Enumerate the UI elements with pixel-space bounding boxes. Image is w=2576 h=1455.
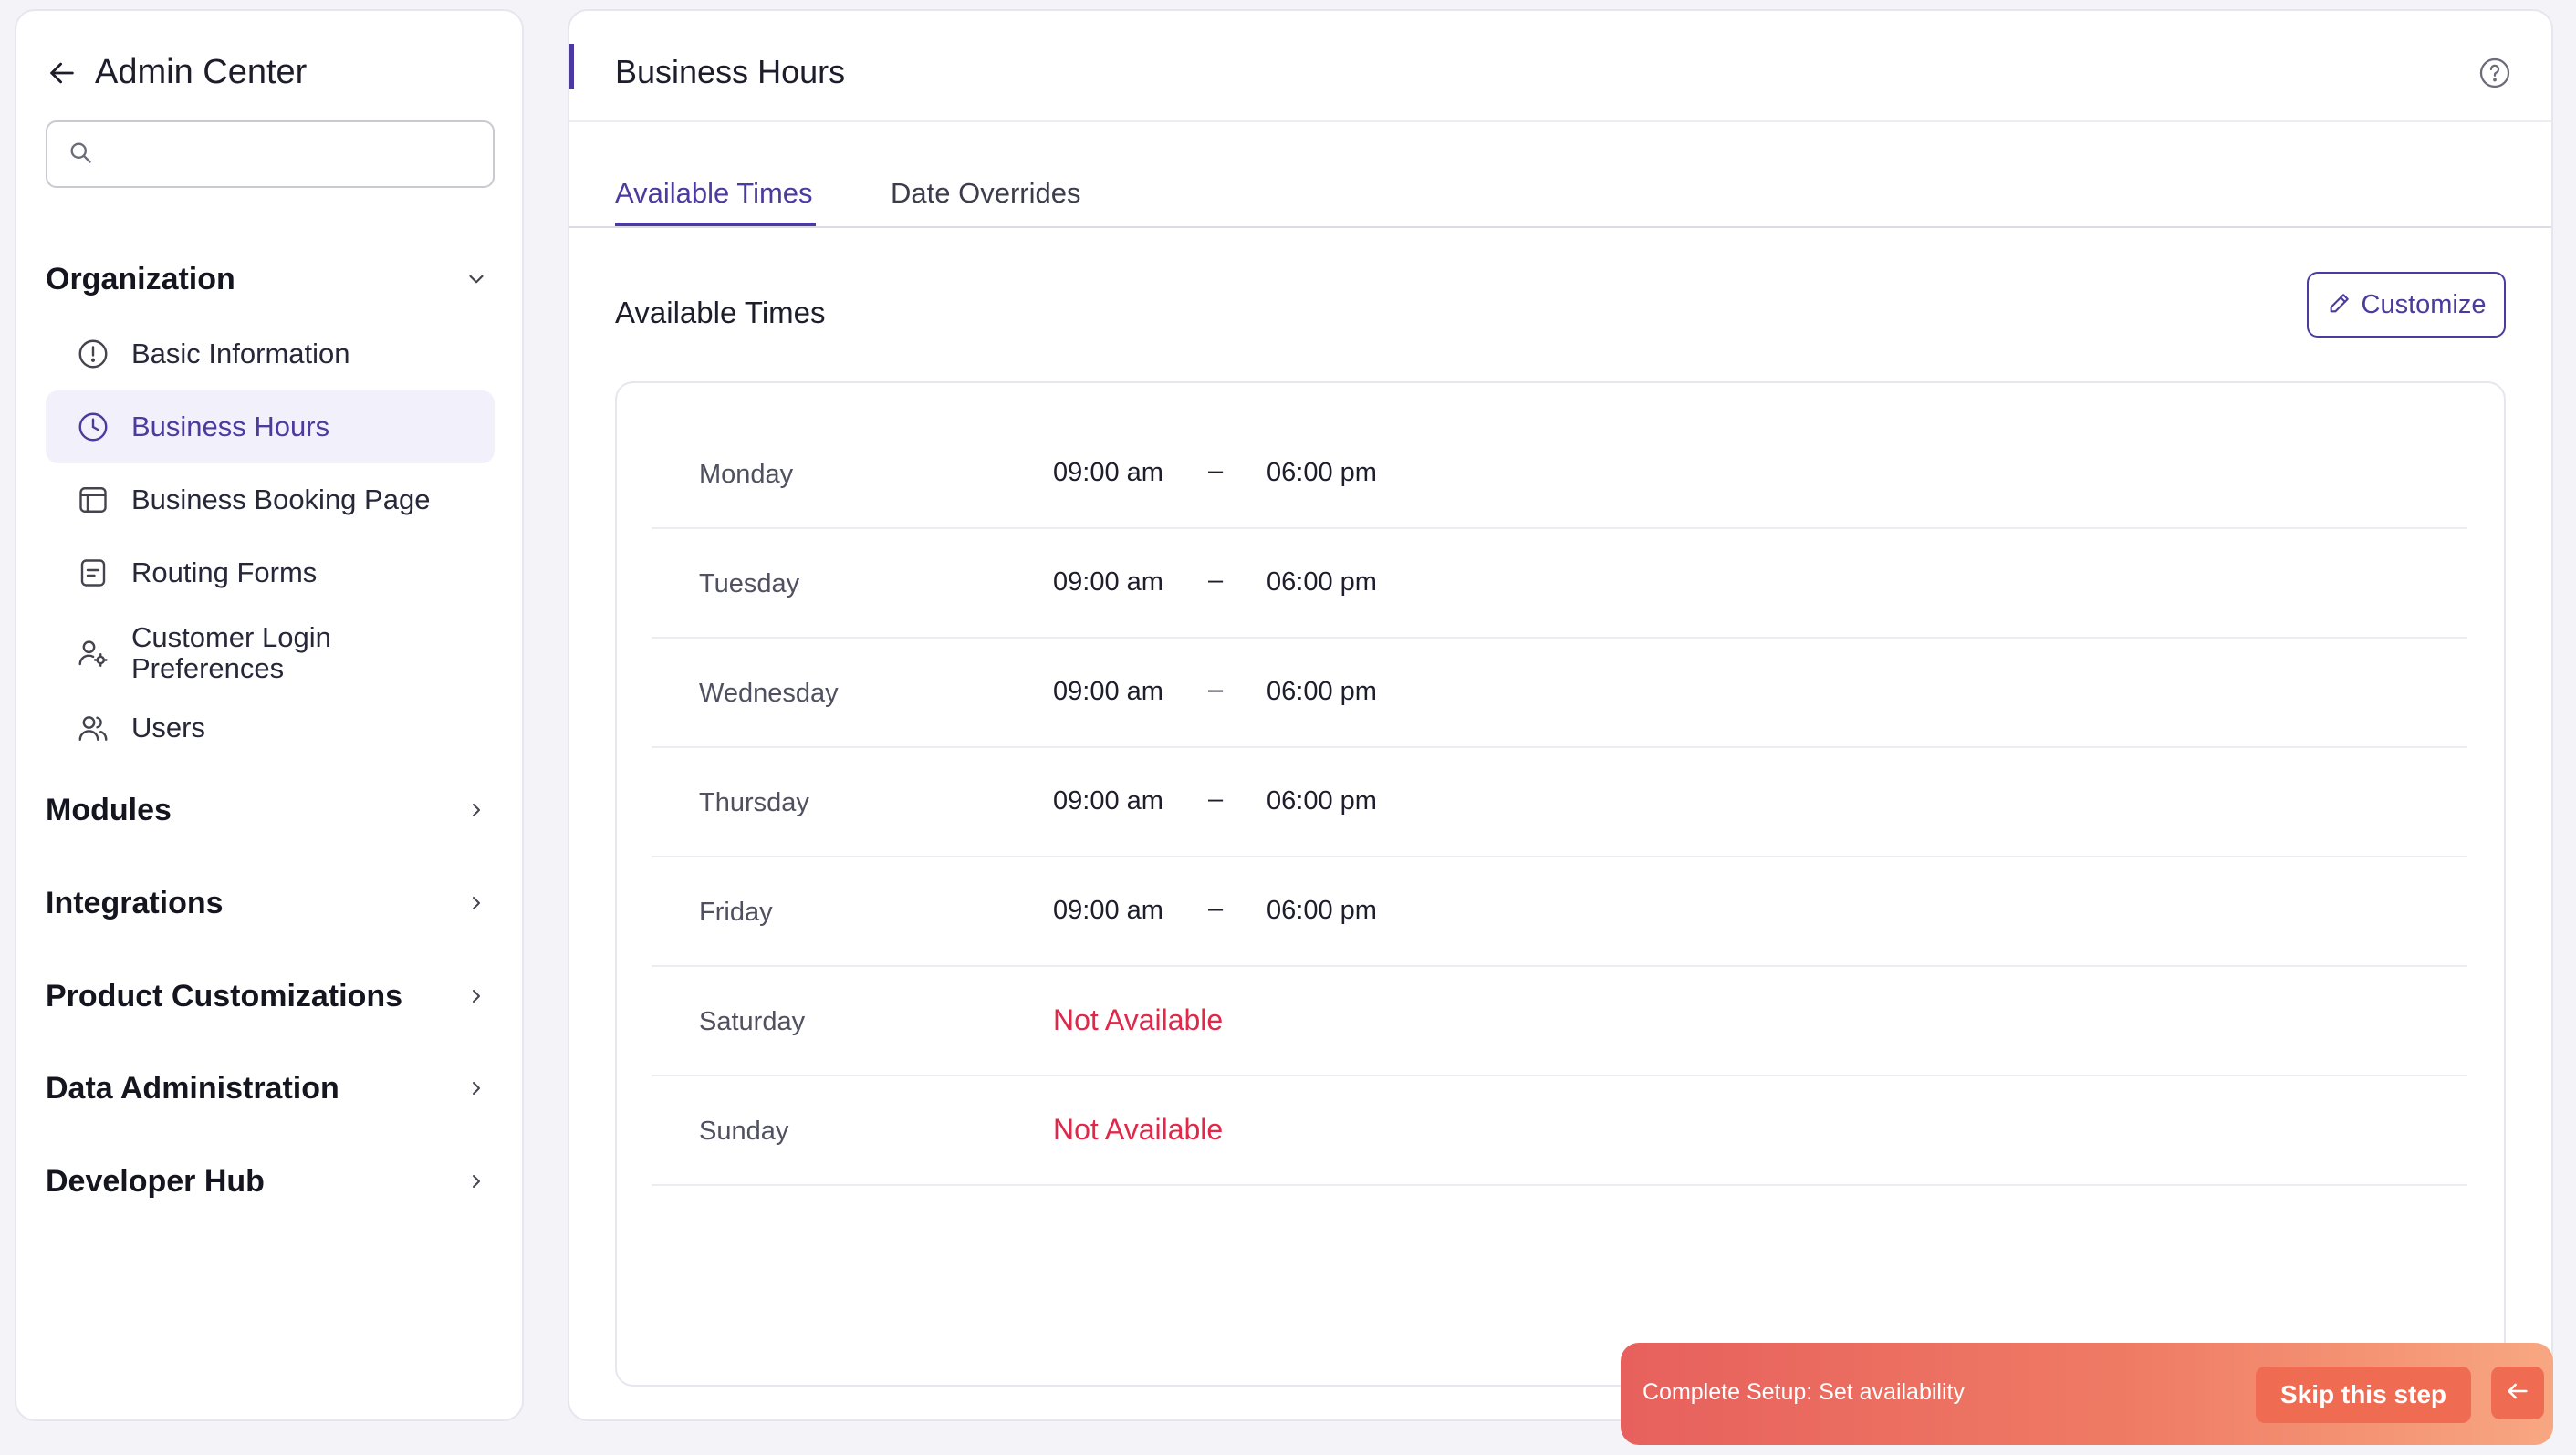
day-label: Tuesday xyxy=(699,569,800,598)
chevron-down-icon xyxy=(458,261,495,297)
tab-date-overrides[interactable]: Date Overrides xyxy=(891,177,1080,210)
setup-banner-text: Complete Setup: Set availability xyxy=(1643,1379,1965,1405)
form-icon xyxy=(75,555,111,591)
chevron-right-icon xyxy=(458,1163,495,1200)
schedule-row-wednesday[interactable]: Wednesday 09:00 am – 06:00 pm xyxy=(652,639,2467,748)
start-time: 09:00 am xyxy=(1053,896,1163,925)
sidebar-item-routing-forms[interactable]: Routing Forms xyxy=(46,536,495,609)
section-label: Developer Hub xyxy=(46,1163,265,1199)
section-label: Data Administration xyxy=(46,1070,339,1106)
section-developer-hub[interactable]: Developer Hub xyxy=(46,1154,495,1209)
title-accent-bar xyxy=(569,44,574,89)
setup-banner: Complete Setup: Set availability Skip th… xyxy=(1621,1343,2553,1445)
section-product-customizations[interactable]: Product Customizations xyxy=(46,969,495,1024)
back-arrow-icon[interactable] xyxy=(44,55,80,91)
tab-available-times[interactable]: Available Times xyxy=(615,177,813,210)
day-label: Friday xyxy=(699,898,773,927)
end-time: 06:00 pm xyxy=(1267,896,1377,925)
customize-label: Customize xyxy=(2361,289,2487,319)
pencil-icon xyxy=(2327,290,2352,320)
sidebar-item-business-booking-page[interactable]: Business Booking Page xyxy=(46,463,495,536)
end-time: 06:00 pm xyxy=(1267,567,1377,597)
end-time: 06:00 pm xyxy=(1267,458,1377,487)
info-icon xyxy=(75,336,111,372)
time-separator: – xyxy=(1208,675,1224,704)
tabs-divider xyxy=(569,226,2551,228)
start-time: 09:00 am xyxy=(1053,677,1163,706)
page-title: Business Hours xyxy=(615,53,846,90)
sidebar-item-label: Business Booking Page xyxy=(131,483,431,515)
sidebar-title: Admin Center xyxy=(95,53,308,91)
header-divider xyxy=(569,120,2551,122)
day-label: Monday xyxy=(699,460,794,489)
schedule-row-tuesday[interactable]: Tuesday 09:00 am – 06:00 pm xyxy=(652,529,2467,639)
skip-step-button[interactable]: Skip this step xyxy=(2256,1367,2471,1423)
sidebar-search[interactable] xyxy=(46,120,495,188)
clock-icon xyxy=(75,409,111,445)
start-time: 09:00 am xyxy=(1053,458,1163,487)
users-icon xyxy=(75,710,111,746)
arrow-left-icon xyxy=(2505,1378,2530,1408)
not-available-label: Not Available xyxy=(1053,1003,1224,1036)
schedule-row-friday[interactable]: Friday 09:00 am – 06:00 pm xyxy=(652,857,2467,967)
chevron-right-icon xyxy=(458,1070,495,1107)
time-separator: – xyxy=(1208,566,1224,595)
chevron-right-icon xyxy=(458,792,495,828)
section-label: Modules xyxy=(46,792,172,827)
customize-button[interactable]: Customize xyxy=(2307,272,2506,338)
sidebar-header: Admin Center xyxy=(44,53,307,92)
sidebar-item-users[interactable]: Users xyxy=(46,691,495,764)
chevron-right-icon xyxy=(458,978,495,1014)
time-separator: – xyxy=(1208,785,1224,814)
section-title: Available Times xyxy=(615,296,826,329)
user-gear-icon xyxy=(75,635,111,671)
start-time: 09:00 am xyxy=(1053,567,1163,597)
day-label: Thursday xyxy=(699,788,809,817)
sidebar: Admin Center Organization Basic Informat… xyxy=(15,9,524,1421)
search-input[interactable] xyxy=(108,139,473,170)
time-separator: – xyxy=(1208,456,1224,485)
help-icon[interactable] xyxy=(2478,57,2511,89)
schedule-table: Monday 09:00 am – 06:00 pm Tuesday 09:00… xyxy=(615,381,2506,1387)
section-integrations[interactable]: Integrations xyxy=(46,876,495,930)
sidebar-item-label: Customer Login Preferences xyxy=(131,621,331,684)
browser-icon xyxy=(75,482,111,518)
collapse-banner-button[interactable] xyxy=(2491,1367,2544,1419)
schedule-row-monday[interactable]: Monday 09:00 am – 06:00 pm xyxy=(652,420,2467,529)
schedule-row-sunday[interactable]: Sunday Not Available xyxy=(652,1076,2467,1186)
not-available-label: Not Available xyxy=(1053,1113,1224,1146)
sidebar-item-label: Basic Information xyxy=(131,338,350,369)
day-label: Sunday xyxy=(699,1117,789,1146)
day-label: Wednesday xyxy=(699,679,839,708)
section-data-administration[interactable]: Data Administration xyxy=(46,1061,495,1116)
end-time: 06:00 pm xyxy=(1267,677,1377,706)
sidebar-item-label: Routing Forms xyxy=(131,556,318,588)
sidebar-item-label: Users xyxy=(131,712,205,743)
section-label: Product Customizations xyxy=(46,978,403,1013)
sidebar-item-basic-information[interactable]: Basic Information xyxy=(46,317,495,390)
schedule-row-saturday[interactable]: Saturday Not Available xyxy=(652,967,2467,1076)
sidebar-item-customer-login-preferences[interactable]: Customer Login Preferences xyxy=(46,617,429,690)
schedule-row-thursday[interactable]: Thursday 09:00 am – 06:00 pm xyxy=(652,748,2467,857)
time-separator: – xyxy=(1208,894,1224,923)
main-panel: Business Hours Available Times Date Over… xyxy=(568,9,2553,1421)
search-icon xyxy=(68,140,93,170)
start-time: 09:00 am xyxy=(1053,786,1163,816)
end-time: 06:00 pm xyxy=(1267,786,1377,816)
sidebar-item-business-hours[interactable]: Business Hours xyxy=(46,390,495,463)
section-label: Organization xyxy=(46,261,235,296)
day-label: Saturday xyxy=(699,1007,806,1036)
sidebar-item-label: Business Hours xyxy=(131,411,330,442)
chevron-right-icon xyxy=(458,885,495,921)
section-modules[interactable]: Modules xyxy=(46,783,495,837)
section-organization[interactable]: Organization xyxy=(46,252,495,307)
section-label: Integrations xyxy=(46,885,224,920)
